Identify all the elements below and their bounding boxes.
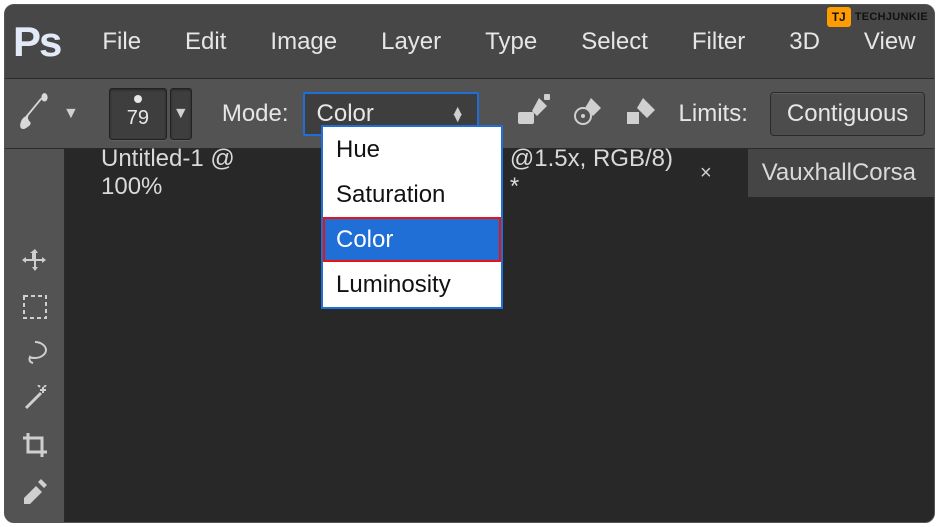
- limits-dropdown-value: Contiguous: [787, 100, 908, 128]
- document-tab-title: Untitled-1 @ 100%: [101, 145, 299, 201]
- brush-size-value: 79: [127, 107, 149, 130]
- watermark-text: TECHJUNKIE: [855, 11, 928, 23]
- menu-edit[interactable]: Edit: [163, 28, 248, 56]
- chevron-down-icon: ▼: [63, 105, 79, 123]
- menu-3d[interactable]: 3D: [767, 28, 842, 56]
- brush-size-picker[interactable]: 79 ▼: [109, 88, 192, 140]
- updown-arrows-icon: ▲▼: [451, 107, 465, 121]
- tool-marquee[interactable]: [13, 291, 57, 327]
- document-tab-suffix: @1.5x, RGB/8) *: [510, 145, 686, 201]
- crop-tool-icon: [21, 431, 49, 464]
- menu-select[interactable]: Select: [559, 28, 670, 56]
- eyedropper-swatch-icon: [625, 94, 659, 133]
- eyedropper-plus-icon: [517, 94, 551, 133]
- brush-size-field[interactable]: 79: [109, 88, 167, 140]
- watermark-badge: TJ: [827, 7, 851, 27]
- close-icon[interactable]: ×: [700, 162, 712, 185]
- mode-label: Mode:: [222, 100, 289, 128]
- menu-type[interactable]: Type: [463, 28, 559, 56]
- brush-size-dropdown-button[interactable]: ▼: [170, 88, 192, 140]
- menu-layer[interactable]: Layer: [359, 28, 463, 56]
- tool-rail: [5, 149, 65, 522]
- brush-tool-icon: [13, 90, 55, 137]
- mode-dropdown-value: Color: [317, 100, 374, 128]
- marquee-tool-icon: [21, 293, 49, 326]
- mode-dropdown-popup: Hue Saturation Color Luminosity: [321, 125, 503, 309]
- menu-bar: Ps File Edit Image Layer Type Select Fil…: [5, 5, 934, 79]
- tool-eyedropper[interactable]: [13, 476, 57, 512]
- menu-view[interactable]: View: [842, 28, 935, 56]
- document-tab-inactive[interactable]: VauxhallCorsa: [748, 149, 934, 197]
- limits-label: Limits:: [679, 100, 748, 128]
- wand-tool-icon: [21, 385, 49, 418]
- mode-option-luminosity[interactable]: Luminosity: [323, 262, 501, 307]
- tool-crop[interactable]: [13, 430, 57, 466]
- watermark: TJ TECHJUNKIE: [827, 7, 928, 27]
- tool-wand[interactable]: [13, 384, 57, 420]
- menu-file[interactable]: File: [80, 28, 163, 56]
- mode-option-hue[interactable]: Hue: [323, 127, 501, 172]
- document-tab-bar: Untitled-1 @ 100% @1.5x, RGB/8) * × Vaux…: [87, 149, 934, 197]
- tool-move[interactable]: [13, 245, 57, 281]
- brush-preview-dot-icon: [134, 95, 142, 103]
- lasso-tool-icon: [21, 339, 49, 372]
- options-bar: ▼ 79 ▼ Mode: Color ▲▼: [5, 79, 934, 149]
- document-tab-title: VauxhallCorsa: [762, 159, 916, 187]
- move-tool-icon: [21, 247, 49, 280]
- sample-swatch-button[interactable]: [625, 97, 659, 131]
- menu-image[interactable]: Image: [248, 28, 359, 56]
- eyedropper-target-icon: [571, 94, 605, 133]
- app-logo: Ps: [13, 26, 60, 66]
- limits-dropdown[interactable]: Contiguous: [770, 92, 925, 136]
- tool-lasso[interactable]: [13, 337, 57, 373]
- tool-preset-picker[interactable]: ▼: [13, 90, 79, 137]
- chevron-down-icon: ▼: [173, 105, 189, 123]
- menu-filter[interactable]: Filter: [670, 28, 767, 56]
- mode-option-color[interactable]: Color: [323, 217, 501, 262]
- eyedropper-tool-icon: [21, 477, 49, 510]
- sample-target-button[interactable]: [571, 97, 605, 131]
- mode-option-saturation[interactable]: Saturation: [323, 172, 501, 217]
- sample-all-layers-button[interactable]: [517, 97, 551, 131]
